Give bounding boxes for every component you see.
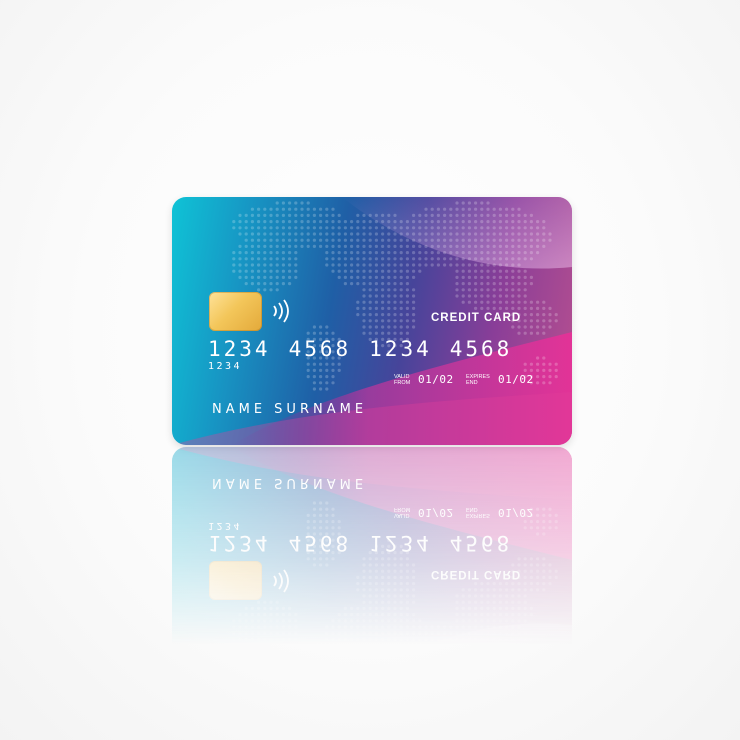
expires-label: EXPIRES END [466,506,490,519]
chip-icon [209,292,262,331]
card-number-small: 1234 [208,520,243,531]
expires-value: 01/02 [498,506,534,519]
cardholder-name: NAME SURNAME [212,475,368,490]
card-number-group: 4568 [288,337,352,361]
card-title: CREDIT CARD [431,568,522,580]
card-number-group: 4568 [288,531,352,555]
valid-from-value: 01/02 [418,506,454,519]
expires-value: 01/02 [498,373,534,386]
contactless-icon [273,569,289,593]
contactless-icon [273,299,289,323]
card-number-group: 1234 [208,531,271,555]
card-number-group: 1234 [208,337,271,361]
valid-from-label: VALID FROM [394,373,411,386]
credit-card: CREDIT CARD 1234 4568 1234 4568 1234 VALID F… [172,197,572,445]
expires-label: EXPIRES END [466,373,490,386]
cardholder-name: NAME SURNAME [212,402,368,417]
card-number-group: 1234 [369,337,432,361]
credit-card-mockup: CREDIT CARD 1234 4568 1234 4568 1234 VALID F… [0,0,740,740]
valid-from-label: VALID FROM [394,506,411,519]
card-number-group: 4568 [449,531,513,555]
valid-from-value: 01/02 [418,373,454,386]
chip-icon [209,561,262,600]
reflected-card: CREDIT CARD 1234 4568 1234 4568 1234 VALID F… [172,447,572,647]
card-reflection: CREDIT CARD 1234 4568 1234 4568 1234 VALID F… [172,447,572,647]
card-number-small: 1234 [208,361,243,372]
valid-from: VALID FROM 01/02 [394,369,454,388]
expires-end: EXPIRES END 01/02 [466,369,534,388]
valid-from: VALID FROM 01/02 [394,504,454,523]
card-number: 1234 4568 1234 4568 [208,531,548,555]
card-title: CREDIT CARD [431,312,522,324]
card-number-group: 1234 [369,531,432,555]
reflection-image: CREDIT CARD 1234 4568 1234 4568 1234 VALID F… [172,447,572,647]
expires-end: EXPIRES END 01/02 [466,504,534,523]
card-number-group: 4568 [449,337,513,361]
card-number: 1234 4568 1234 4568 [208,337,548,361]
